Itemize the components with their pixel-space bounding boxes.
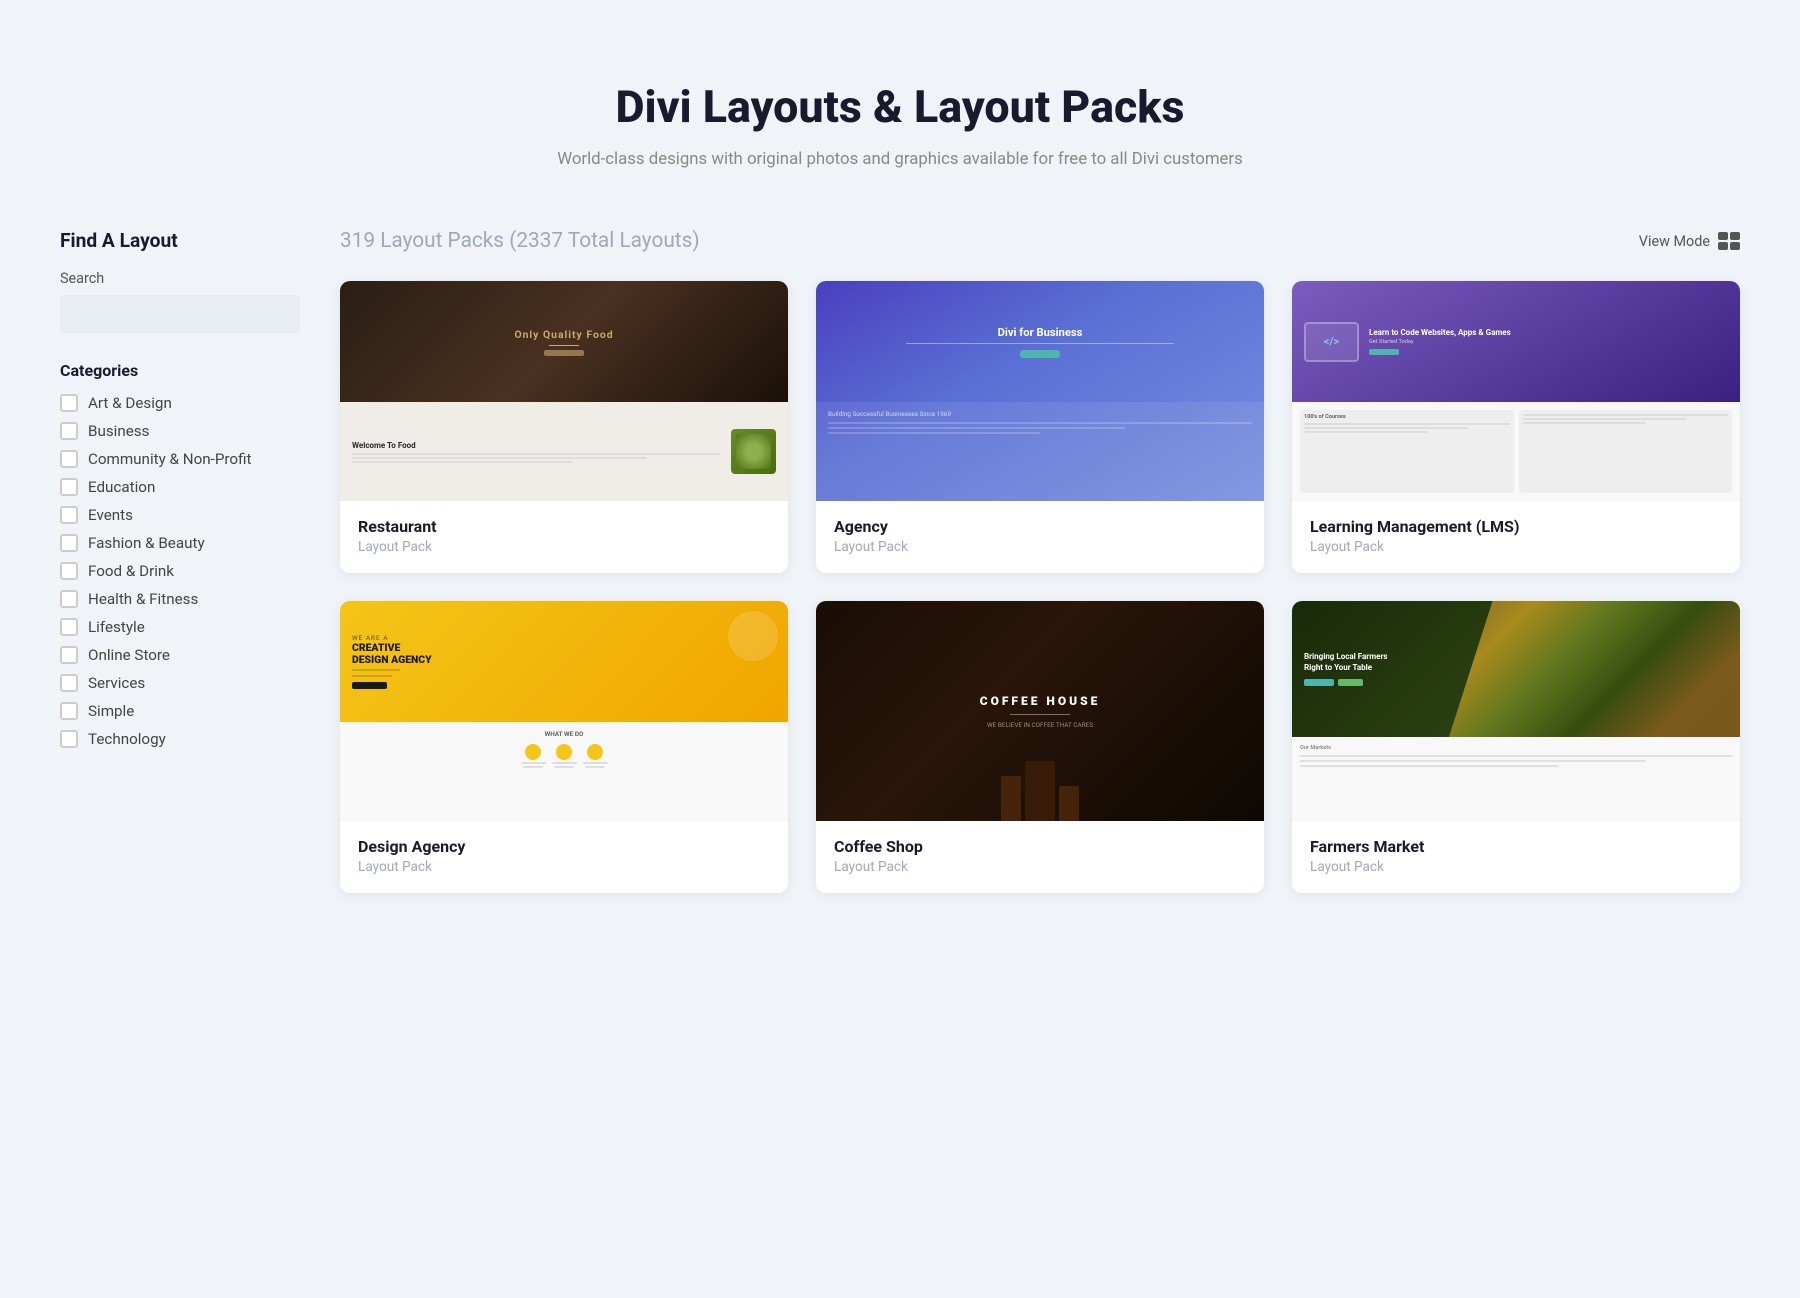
grid-view-icon[interactable] bbox=[1718, 232, 1740, 250]
categories-title: Categories bbox=[60, 361, 300, 380]
layout-card-farmers-market[interactable]: Bringing Local FarmersRight to Your Tabl… bbox=[1292, 601, 1740, 893]
layout-card-lms[interactable]: </> Learn to Code Websites, Apps & Games… bbox=[1292, 281, 1740, 573]
page-wrapper: Divi Layouts & Layout Packs World-class … bbox=[0, 0, 1800, 933]
checkbox-fashion-beauty[interactable] bbox=[60, 534, 78, 552]
checkbox-health-fitness[interactable] bbox=[60, 590, 78, 608]
card-type: Layout Pack bbox=[1310, 539, 1722, 555]
card-preview-agency: Divi for Business Building Successful Bu… bbox=[816, 281, 1264, 501]
category-label: Community & Non-Profit bbox=[88, 450, 251, 468]
card-preview-restaurant: Only Quality Food Welcome To Food bbox=[340, 281, 788, 501]
checkbox-art-design[interactable] bbox=[60, 394, 78, 412]
main-content: 319 Layout Packs (2337 Total Layouts) Vi… bbox=[340, 229, 1740, 893]
checkbox-food-drink[interactable] bbox=[60, 562, 78, 580]
category-label: Simple bbox=[88, 702, 134, 720]
page-subtitle: World-class designs with original photos… bbox=[60, 149, 1740, 169]
category-label: Education bbox=[88, 478, 155, 496]
card-type: Layout Pack bbox=[358, 539, 770, 555]
category-label: Fashion & Beauty bbox=[88, 534, 205, 552]
card-type: Layout Pack bbox=[1310, 859, 1722, 875]
card-title: Restaurant bbox=[358, 517, 770, 536]
checkbox-simple[interactable] bbox=[60, 702, 78, 720]
card-info-design-agency: Design Agency Layout Pack bbox=[340, 821, 788, 893]
card-info-agency: Agency Layout Pack bbox=[816, 501, 1264, 573]
category-label: Art & Design bbox=[88, 394, 172, 412]
checkbox-lifestyle[interactable] bbox=[60, 618, 78, 636]
checkbox-online-store[interactable] bbox=[60, 646, 78, 664]
layout-card-coffee-shop[interactable]: COFFEE HOUSE WE BELIEVE IN COFFEE THAT C… bbox=[816, 601, 1264, 893]
sidebar: Find A Layout Search Categories Art & De… bbox=[60, 229, 300, 748]
checkbox-community[interactable] bbox=[60, 450, 78, 468]
sidebar-item-art-design[interactable]: Art & Design bbox=[60, 394, 300, 412]
content-area: Find A Layout Search Categories Art & De… bbox=[60, 229, 1740, 893]
card-preview-farmers-market: Bringing Local FarmersRight to Your Tabl… bbox=[1292, 601, 1740, 821]
page-header: Divi Layouts & Layout Packs World-class … bbox=[60, 40, 1740, 229]
category-list: Art & Design Business Community & Non-Pr… bbox=[60, 394, 300, 748]
category-label: Health & Fitness bbox=[88, 590, 198, 608]
layout-count-number: 319 Layout Packs bbox=[340, 229, 504, 253]
view-mode-label: View Mode bbox=[1639, 233, 1710, 250]
sidebar-item-online-store[interactable]: Online Store bbox=[60, 646, 300, 664]
card-title: Agency bbox=[834, 517, 1246, 536]
page-title: Divi Layouts & Layout Packs bbox=[60, 80, 1740, 133]
card-info-farmers-market: Farmers Market Layout Pack bbox=[1292, 821, 1740, 893]
main-header: 319 Layout Packs (2337 Total Layouts) Vi… bbox=[340, 229, 1740, 253]
view-mode-toggle[interactable]: View Mode bbox=[1639, 232, 1740, 250]
card-title: Coffee Shop bbox=[834, 837, 1246, 856]
category-label: Services bbox=[88, 674, 145, 692]
card-title: Design Agency bbox=[358, 837, 770, 856]
layout-count: 319 Layout Packs (2337 Total Layouts) bbox=[340, 229, 700, 253]
category-label: Lifestyle bbox=[88, 618, 145, 636]
category-label: Business bbox=[88, 422, 149, 440]
card-type: Layout Pack bbox=[834, 859, 1246, 875]
sidebar-item-fashion-beauty[interactable]: Fashion & Beauty bbox=[60, 534, 300, 552]
checkbox-events[interactable] bbox=[60, 506, 78, 524]
sidebar-item-lifestyle[interactable]: Lifestyle bbox=[60, 618, 300, 636]
card-title: Farmers Market bbox=[1310, 837, 1722, 856]
checkbox-education[interactable] bbox=[60, 478, 78, 496]
card-info-coffee-shop: Coffee Shop Layout Pack bbox=[816, 821, 1264, 893]
card-type: Layout Pack bbox=[358, 859, 770, 875]
card-preview-design-agency: We Are A CREATIVEDESIGN AGENCY WHAT WE D… bbox=[340, 601, 788, 821]
card-preview-coffee-shop: COFFEE HOUSE WE BELIEVE IN COFFEE THAT C… bbox=[816, 601, 1264, 821]
layout-card-agency[interactable]: Divi for Business Building Successful Bu… bbox=[816, 281, 1264, 573]
card-type: Layout Pack bbox=[834, 539, 1246, 555]
card-info-lms: Learning Management (LMS) Layout Pack bbox=[1292, 501, 1740, 573]
layout-grid: Only Quality Food Welcome To Food bbox=[340, 281, 1740, 893]
card-preview-lms: </> Learn to Code Websites, Apps & Games… bbox=[1292, 281, 1740, 501]
category-label: Food & Drink bbox=[88, 562, 174, 580]
sidebar-item-community[interactable]: Community & Non-Profit bbox=[60, 450, 300, 468]
sidebar-item-education[interactable]: Education bbox=[60, 478, 300, 496]
sidebar-title: Find A Layout bbox=[60, 229, 300, 252]
sidebar-item-health-fitness[interactable]: Health & Fitness bbox=[60, 590, 300, 608]
card-info-restaurant: Restaurant Layout Pack bbox=[340, 501, 788, 573]
checkbox-business[interactable] bbox=[60, 422, 78, 440]
sidebar-item-events[interactable]: Events bbox=[60, 506, 300, 524]
search-label: Search bbox=[60, 270, 300, 287]
total-layouts: (2337 Total Layouts) bbox=[509, 229, 699, 253]
layout-card-design-agency[interactable]: We Are A CREATIVEDESIGN AGENCY WHAT WE D… bbox=[340, 601, 788, 893]
checkbox-technology[interactable] bbox=[60, 730, 78, 748]
sidebar-item-business[interactable]: Business bbox=[60, 422, 300, 440]
checkbox-services[interactable] bbox=[60, 674, 78, 692]
sidebar-item-services[interactable]: Services bbox=[60, 674, 300, 692]
search-input[interactable] bbox=[60, 295, 300, 333]
category-label: Events bbox=[88, 506, 133, 524]
layout-card-restaurant[interactable]: Only Quality Food Welcome To Food bbox=[340, 281, 788, 573]
card-title: Learning Management (LMS) bbox=[1310, 517, 1722, 536]
category-label: Online Store bbox=[88, 646, 170, 664]
category-label: Technology bbox=[88, 730, 166, 748]
sidebar-item-simple[interactable]: Simple bbox=[60, 702, 300, 720]
sidebar-item-food-drink[interactable]: Food & Drink bbox=[60, 562, 300, 580]
sidebar-item-technology[interactable]: Technology bbox=[60, 730, 300, 748]
